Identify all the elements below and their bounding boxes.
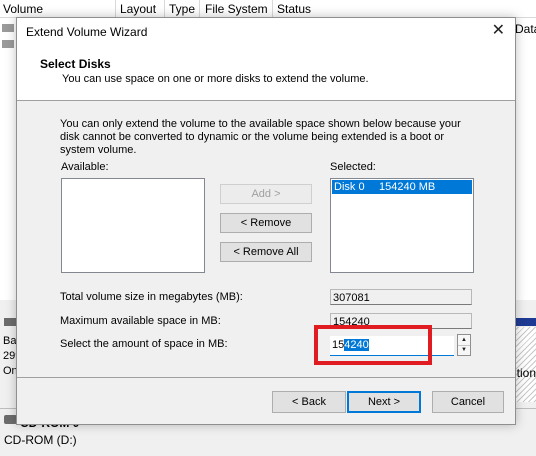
available-label: Available: [61,161,109,173]
amount-input[interactable]: 154240 [330,336,454,356]
amount-value-prefix: 15 [332,339,345,351]
total-size-value: 307081 [330,289,472,305]
column-cut-text: Data [515,22,536,36]
remove-all-button[interactable]: < Remove All [220,242,312,262]
next-button[interactable]: Next > [347,391,421,413]
info-text: You can only extend the volume to the av… [60,118,461,156]
footer-divider [17,377,515,378]
list-item[interactable]: Disk 0 154240 MB [332,180,472,194]
partition-cut-text: ition [514,366,536,380]
column-type[interactable]: Type [169,1,195,17]
cdrom-drive-label: CD-ROM (D:) [4,433,77,447]
max-space-value: 154240 [330,313,472,329]
dialog-titlebar[interactable]: Extend Volume Wizard ✕ [17,18,515,46]
available-disks-list[interactable] [61,178,205,273]
spin-down-icon[interactable]: ▼ [458,345,470,355]
column-status[interactable]: Status [277,1,311,17]
selected-label: Selected: [330,161,376,173]
dialog-title: Extend Volume Wizard [26,25,148,39]
disk-icon [4,318,16,326]
add-button[interactable]: Add > [220,184,312,204]
amount-spinner[interactable]: ▲ ▼ [457,334,471,356]
wizard-header: Select Disks You can use space on one or… [17,46,515,101]
wizard-page-title: Select Disks [40,57,111,71]
max-space-label: Maximum available space in MB: [60,315,221,327]
total-size-label: Total volume size in megabytes (MB): [60,291,243,303]
amount-label: Select the amount of space in MB: [60,338,228,350]
column-file-system[interactable]: File System [205,1,268,17]
drive-icon [2,24,14,32]
selected-disks-list[interactable]: Disk 0 154240 MB [330,178,474,273]
drive-icon [2,40,14,48]
column-layout[interactable]: Layout [120,1,156,17]
remove-button[interactable]: < Remove [220,213,312,233]
volume-list-header: Volume Layout Type File System Status [0,0,536,18]
back-button[interactable]: < Back [272,391,346,413]
extend-volume-wizard-dialog: Extend Volume Wizard ✕ Select Disks You … [16,17,516,425]
close-icon[interactable]: ✕ [492,22,505,40]
selected-disk-size: 154240 MB [379,181,436,193]
wizard-page-subtitle: You can use space on one or more disks t… [62,73,369,85]
column-volume[interactable]: Volume [3,1,43,17]
selected-disk-name: Disk 0 [334,181,365,193]
amount-value-selected: 4240 [344,339,369,351]
cancel-button[interactable]: Cancel [432,391,504,413]
